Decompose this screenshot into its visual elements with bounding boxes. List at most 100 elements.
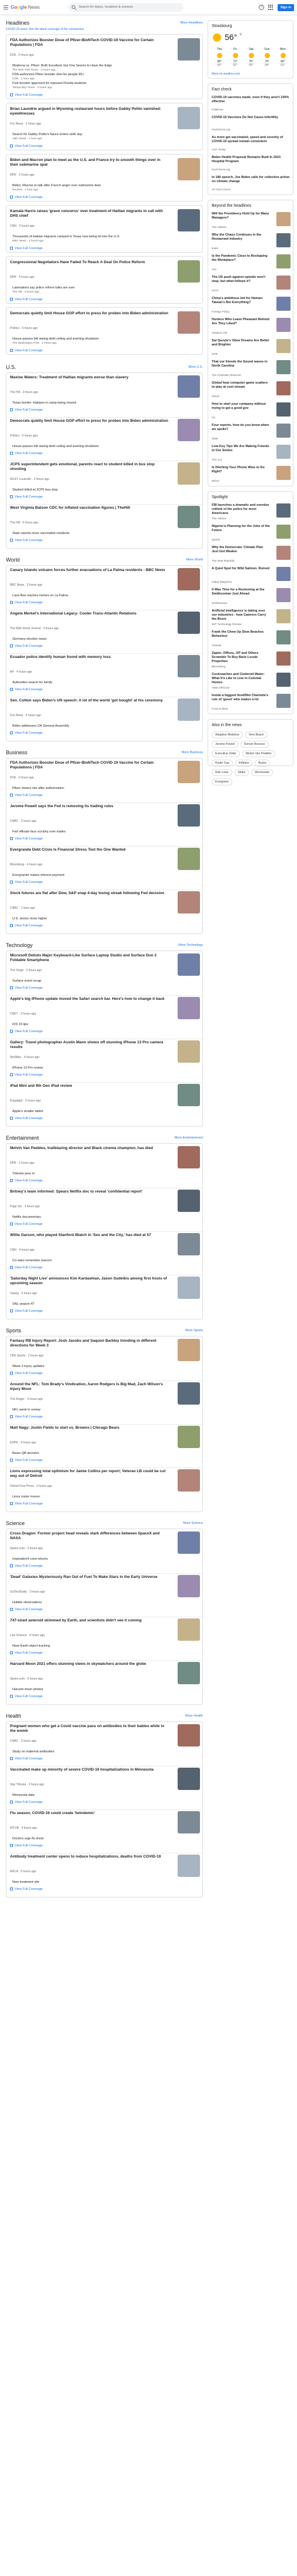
story-headline[interactable]: Gallery: Travel photographer Austin Mann…	[10, 1040, 169, 1050]
story[interactable]: Democrats quietly limit House GOP effort…	[10, 419, 200, 445]
spotlight-item-thumbnail[interactable]	[276, 567, 291, 581]
fact_check-item[interactable]: COVID-19 vaccines made, even if they are…	[212, 96, 291, 113]
beyond-item[interactable]: China's ambitious bid for Hainan: Taiwan…	[212, 297, 291, 315]
beyond-item[interactable]: Will the Presidency Hold Up for Many Man…	[212, 212, 291, 231]
full-coverage-link[interactable]: View Full Coverage	[10, 1309, 43, 1313]
beyond-item-title[interactable]: How to start your company without trying…	[212, 402, 271, 411]
topic-chip[interactable]: Ryder Cup	[212, 760, 233, 767]
topic-chip[interactable]: Bucks	[255, 760, 271, 767]
story-thumbnail[interactable]	[178, 1532, 200, 1554]
spotlight-item[interactable]: Inside a biggest food/film Charlotte's r…	[212, 694, 291, 713]
related-story[interactable]: Student killed at JCPS bus stop	[12, 488, 165, 492]
fact_check-item-title[interactable]: In 180 speech, Joe Biden calls for colle…	[212, 176, 291, 184]
story[interactable]: Flu season, COVID-19 could create 'twind…	[10, 1811, 200, 1837]
fact_check-item-title[interactable]: Biden Health Proposal Remains Built In 2…	[212, 156, 291, 164]
story-headline[interactable]: Cross Dragon: Former project head reveal…	[10, 1532, 169, 1541]
full-coverage-link[interactable]: View Full Coverage	[10, 1888, 43, 1891]
story[interactable]: Stock futures are flat after Dow, S&P sn…	[10, 891, 200, 917]
beyond-item[interactable]: Is Ditching Your Phone Wise to Do Right?…	[212, 466, 291, 485]
story-thumbnail[interactable]	[178, 1724, 200, 1747]
related-story[interactable]: Germany election nears	[12, 637, 165, 642]
story[interactable]: Angela Merkel's International Legacy: Co…	[10, 612, 200, 637]
fact_check-item[interactable]: Biden Health Proposal Remains Built In 2…	[212, 156, 291, 173]
story[interactable]: Evergrande Debt Crisis Is Financial Stre…	[10, 848, 200, 874]
search-icon[interactable]	[72, 5, 75, 9]
related-story[interactable]: Surface event recap	[12, 979, 165, 983]
topic-chip[interactable]: Adaptive Medicine	[212, 731, 243, 738]
related-story[interactable]: Moderna vs. Pfizer: Both Excellent, but …	[12, 64, 165, 72]
fact_check-item-title[interactable]: COVID-19 vaccines made, even if they are…	[212, 96, 291, 104]
beyond-item-title[interactable]: Is the Pandemic Close to Reshaping the W…	[212, 254, 271, 263]
story-headline[interactable]: Around the NFL: Tom Brady's Vindication,…	[10, 1382, 169, 1392]
story-thumbnail[interactable]	[178, 462, 200, 485]
story[interactable]: Antibody treatment center opens to reduc…	[10, 1855, 200, 1880]
related-story-title[interactable]: Lawmakers say police reform talks are ov…	[12, 286, 75, 290]
story-thumbnail[interactable]	[178, 506, 200, 528]
related-story[interactable]: U.S. stocks close higher	[12, 917, 165, 921]
more-world-link[interactable]: More World	[186, 558, 203, 562]
story[interactable]: Jerome Powell says the Fed is removing i…	[10, 804, 200, 830]
story-thumbnail[interactable]	[178, 158, 200, 180]
story-thumbnail[interactable]	[178, 209, 200, 231]
topic-chip[interactable]: Evergreen	[212, 778, 233, 785]
sign-in-button[interactable]: Sign in	[278, 4, 294, 11]
related-story[interactable]: First booster approved for exposed Flori…	[12, 82, 165, 90]
full-coverage-link[interactable]: View Full Coverage	[10, 298, 43, 301]
temperature-unit[interactable]: F	[240, 33, 242, 37]
story-thumbnail[interactable]	[178, 1339, 200, 1361]
story[interactable]: Melvin Van Peebles, trailblazing directo…	[10, 1146, 200, 1172]
story[interactable]: Lions expressing total optimism for Jami…	[10, 1469, 200, 1495]
story-headline[interactable]: Maxine Waters: Treatment of Haitian migr…	[10, 375, 169, 380]
related-story[interactable]: SNL season 47	[12, 1302, 165, 1307]
story-headline[interactable]: Antibody treatment center opens to reduc…	[10, 1855, 169, 1859]
story-thumbnail[interactable]	[178, 1084, 200, 1106]
section-title[interactable]: Health	[6, 1713, 21, 1719]
related-story[interactable]: Authorities search for family	[12, 681, 165, 685]
story[interactable]: Britney's team informed: Spears Netflix …	[10, 1190, 200, 1215]
google-news-logo[interactable]: Google News	[11, 5, 40, 10]
full-coverage-link[interactable]: View Full Coverage	[10, 688, 43, 691]
section-title[interactable]: Business	[6, 750, 28, 755]
beyond-item-thumbnail[interactable]	[276, 360, 291, 374]
story-thumbnail[interactable]	[178, 568, 200, 590]
spotlight-item-title[interactable]: It Was Time for a Reckoning at the Smith…	[212, 588, 271, 596]
story-headline[interactable]: 'Saturday Night Live' announces Kim Kard…	[10, 1277, 169, 1286]
story-thumbnail[interactable]	[178, 311, 200, 334]
related-story[interactable]: Study on maternal antibodies	[12, 1750, 165, 1754]
story-headline[interactable]: FDA Authorizes Booster Dose of Pfizer-Bi…	[10, 761, 169, 770]
full-coverage-link[interactable]: View Full Coverage	[10, 1564, 43, 1568]
spotlight-item-thumbnail[interactable]	[276, 630, 291, 644]
related-story[interactable]: Apple's smaller tablet	[12, 1110, 165, 1114]
beyond-item-thumbnail[interactable]	[276, 381, 291, 395]
beyond-item-thumbnail[interactable]	[276, 402, 291, 417]
full-coverage-link[interactable]: View Full Coverage	[10, 1372, 43, 1375]
full-coverage-link[interactable]: View Full Coverage	[10, 924, 43, 928]
story-headline[interactable]: Democrats quietly limit House GOP effort…	[10, 311, 169, 316]
beyond-item[interactable]: Four reports, how do you know when we sp…	[212, 424, 291, 442]
beyond-item[interactable]: That our friends the Sound waves in Nort…	[212, 360, 291, 379]
full-coverage-link[interactable]: View Full Coverage	[10, 1608, 43, 1611]
story-headline[interactable]: Matt Nagy: Justin Fields to start vs. Br…	[10, 1426, 169, 1430]
story-headline[interactable]: 'Dead' Galaxies Mysteriously Ran Out of …	[10, 1575, 169, 1580]
related-story[interactable]: Evergrande makes interest payment	[12, 874, 165, 878]
spotlight-item-thumbnail[interactable]	[276, 503, 291, 518]
beyond-item[interactable]: The US push against opioids won't stop, …	[212, 276, 291, 294]
more-headlines-link[interactable]: More Headlines	[180, 21, 203, 25]
full-coverage-link[interactable]: View Full Coverage	[10, 1757, 43, 1761]
full-coverage-link[interactable]: View Full Coverage	[10, 408, 43, 412]
story-headline[interactable]: Evergrande Debt Crisis Is Financial Stre…	[10, 848, 169, 852]
topic-chip[interactable]: Rob Lowe	[212, 769, 232, 776]
full-coverage-link[interactable]: View Full Coverage	[10, 452, 43, 455]
story-headline[interactable]: Jerome Powell says the Fed is removing i…	[10, 804, 169, 809]
story-headline[interactable]: Pregnant women who get a Covid vaccine p…	[10, 1724, 169, 1734]
story-headline[interactable]: Apple's big iPhone update moved the Safa…	[10, 997, 169, 1002]
full-coverage-link[interactable]: View Full Coverage	[10, 881, 43, 884]
story[interactable]: Maxine Waters: Treatment of Haitian migr…	[10, 375, 200, 401]
beyond-item[interactable]: Sal Quoyle's Oboe Dreams Are Better and …	[212, 339, 291, 358]
story[interactable]: Democrats quietly limit House GOP effort…	[10, 311, 200, 335]
beyond-item-thumbnail[interactable]	[276, 445, 291, 459]
menu-icon[interactable]	[4, 5, 8, 9]
beyond-item-thumbnail[interactable]	[276, 297, 291, 311]
full-coverage-link[interactable]: View Full Coverage	[10, 601, 43, 604]
related-story[interactable]: Bears QB decision	[12, 1452, 165, 1456]
